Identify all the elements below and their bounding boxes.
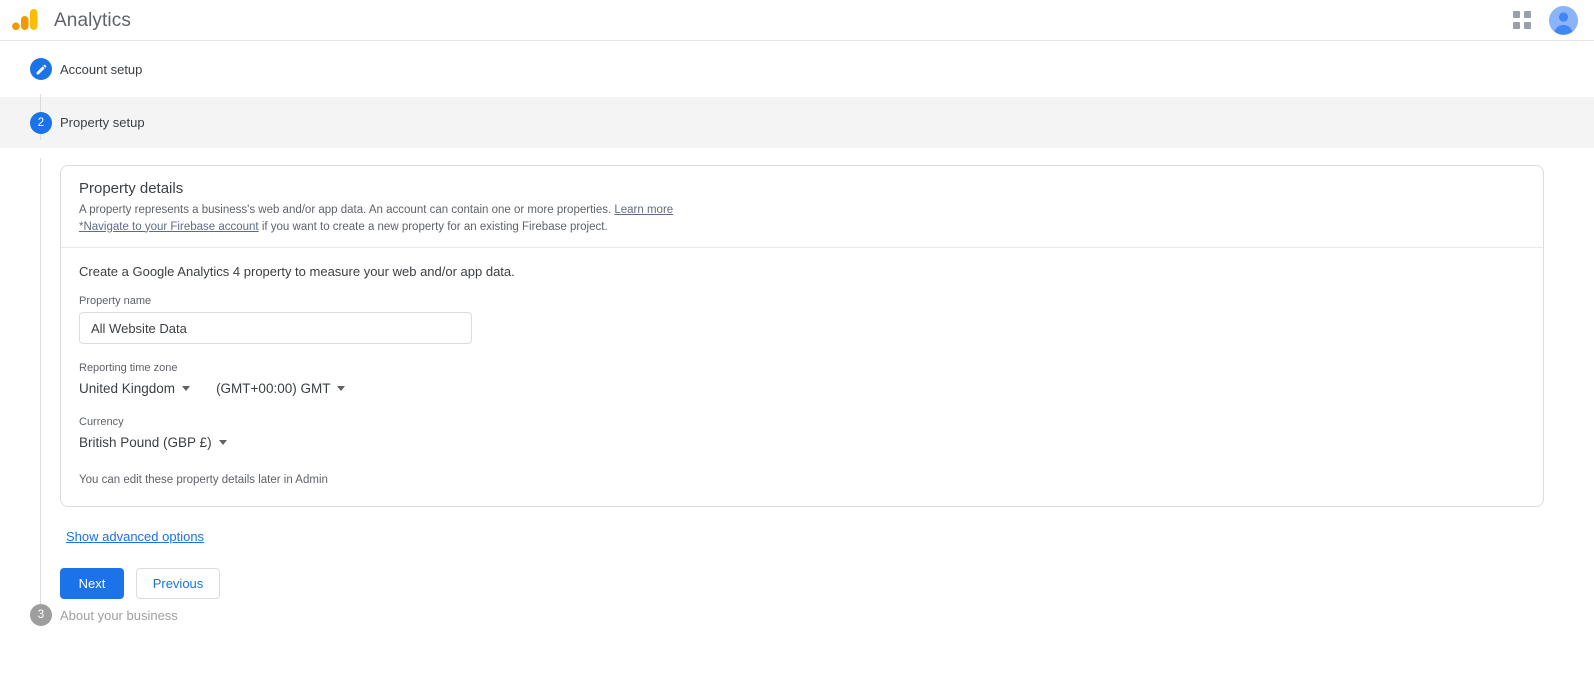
wizard-button-row: Next Previous <box>60 568 1594 600</box>
chevron-down-icon <box>182 386 191 392</box>
property-name-input[interactable] <box>79 312 472 345</box>
card-body: Create a Google Analytics 4 property to … <box>61 248 1543 506</box>
edit-later-note: You can edit these property details late… <box>79 474 328 487</box>
timezone-field-group: Reporting time zone United Kingdom (GMT+… <box>79 362 1525 398</box>
card-description: A property represents a business's web a… <box>79 202 1525 235</box>
sidebar-item-property-setup[interactable]: 2 Property setup <box>0 97 1594 148</box>
card-title: Property details <box>79 180 184 197</box>
apps-grid-icon[interactable] <box>1513 11 1531 29</box>
user-avatar-icon[interactable] <box>1549 5 1578 35</box>
brand: Analytics <box>0 7 131 33</box>
chevron-down-icon <box>218 440 227 446</box>
currency-select[interactable]: British Pound (GBP £) <box>79 433 227 452</box>
step-label: Property setup <box>60 115 145 130</box>
app-title: Analytics <box>54 9 131 31</box>
step-number-badge: 2 <box>30 111 52 134</box>
card-description-line1: A property represents a business's web a… <box>79 204 615 216</box>
google-analytics-logo-icon <box>12 7 40 33</box>
learn-more-link[interactable]: Learn more <box>614 204 673 216</box>
currency-label: Currency <box>79 416 124 429</box>
property-details-card: Property details A property represents a… <box>60 165 1544 508</box>
step-complete-icon <box>30 58 52 80</box>
timezone-offset-select[interactable]: (GMT+00:00) GMT <box>216 379 346 398</box>
analytics-property-setup-page: Analytics Account setup 2 Property setup… <box>0 0 1594 699</box>
firebase-account-link[interactable]: *Navigate to your Firebase account <box>79 221 259 233</box>
timezone-label: Reporting time zone <box>79 362 178 375</box>
timezone-offset-value: (GMT+00:00) GMT <box>216 381 331 397</box>
currency-value: British Pound (GBP £) <box>79 435 212 451</box>
timezone-country-value: United Kingdom <box>79 381 176 397</box>
previous-button[interactable]: Previous <box>136 568 220 600</box>
timezone-country-select[interactable]: United Kingdom <box>79 379 191 398</box>
stepper-connector <box>40 158 41 615</box>
property-name-field-group: Property name <box>79 295 1525 345</box>
card-header: Property details A property represents a… <box>61 166 1543 249</box>
top-bar-actions <box>1513 5 1594 35</box>
next-button[interactable]: Next <box>60 568 124 600</box>
chevron-down-icon <box>337 386 346 392</box>
step-label: About your business <box>60 607 178 623</box>
step-number-badge: 3 <box>30 604 52 626</box>
top-app-bar: Analytics <box>0 0 1594 41</box>
step-label: Account setup <box>60 61 143 77</box>
currency-field-group: Currency British Pound (GBP £) <box>79 416 1525 452</box>
sidebar-item-about-your-business[interactable]: 3 About your business <box>0 597 1594 633</box>
sidebar-item-account-setup[interactable]: Account setup <box>0 41 1594 97</box>
property-setup-body: Property details A property represents a… <box>0 165 1594 600</box>
card-description-line2-rest: if you want to create a new property for… <box>258 220 608 233</box>
setup-stepper: Account setup 2 Property setup <box>0 41 1594 615</box>
card-lead-text: Create a Google Analytics 4 property to … <box>79 264 515 280</box>
property-name-label: Property name <box>79 295 152 308</box>
show-advanced-options-link[interactable]: Show advanced options <box>66 529 204 544</box>
